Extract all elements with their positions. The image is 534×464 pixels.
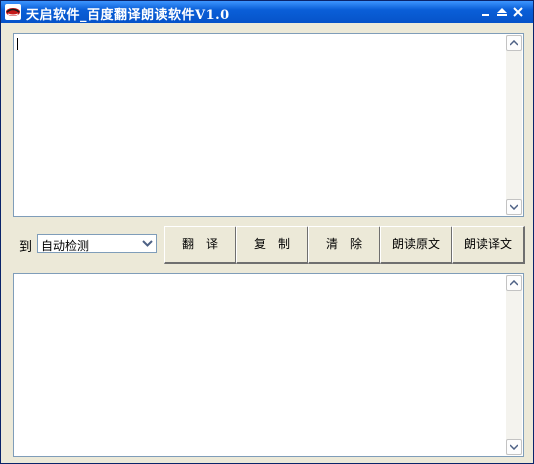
app-logo-icon [5, 4, 21, 20]
clear-button[interactable]: 清 除 [308, 226, 381, 264]
chevron-down-icon [510, 204, 518, 210]
target-language-label: 到 [19, 240, 33, 255]
scroll-down-button[interactable] [506, 199, 522, 215]
close-button[interactable] [511, 5, 525, 19]
source-scrollbar[interactable] [506, 35, 522, 215]
window-title: 天启软件_百度翻译朗读软件V1.0 [26, 8, 230, 23]
minimize-icon [482, 14, 489, 16]
result-scrollbar[interactable] [506, 275, 522, 455]
read-translation-button[interactable]: 朗读译文 [452, 226, 525, 264]
restore-icon [497, 8, 507, 16]
chevron-down-icon [142, 240, 153, 247]
read-source-button[interactable]: 朗读原文 [380, 226, 453, 264]
result-text-area[interactable] [13, 273, 524, 457]
copy-button[interactable]: 复 制 [236, 226, 309, 264]
chevron-up-icon [510, 280, 518, 286]
scroll-up-button[interactable] [506, 275, 522, 291]
app-window: 天启软件_百度翻译朗读软件V1.0 到 自动检测 翻 译 复 制 清 除 朗读原… [0, 0, 534, 464]
source-text-area[interactable] [13, 33, 524, 217]
text-caret [17, 38, 18, 50]
translate-button[interactable]: 翻 译 [164, 226, 237, 264]
target-language-select[interactable]: 自动检测 [37, 234, 157, 253]
title-bar[interactable]: 天启软件_百度翻译朗读软件V1.0 [1, 1, 533, 23]
close-icon [513, 7, 523, 17]
minimize-button[interactable] [479, 5, 493, 19]
chevron-down-icon [510, 444, 518, 450]
target-language-value: 自动检测 [41, 239, 90, 253]
client-area: 到 自动检测 翻 译 复 制 清 除 朗读原文 朗读译文 [1, 23, 533, 463]
scroll-down-button[interactable] [506, 439, 522, 455]
chevron-up-icon [510, 40, 518, 46]
scroll-up-button[interactable] [506, 35, 522, 51]
restore-button[interactable] [495, 5, 509, 19]
